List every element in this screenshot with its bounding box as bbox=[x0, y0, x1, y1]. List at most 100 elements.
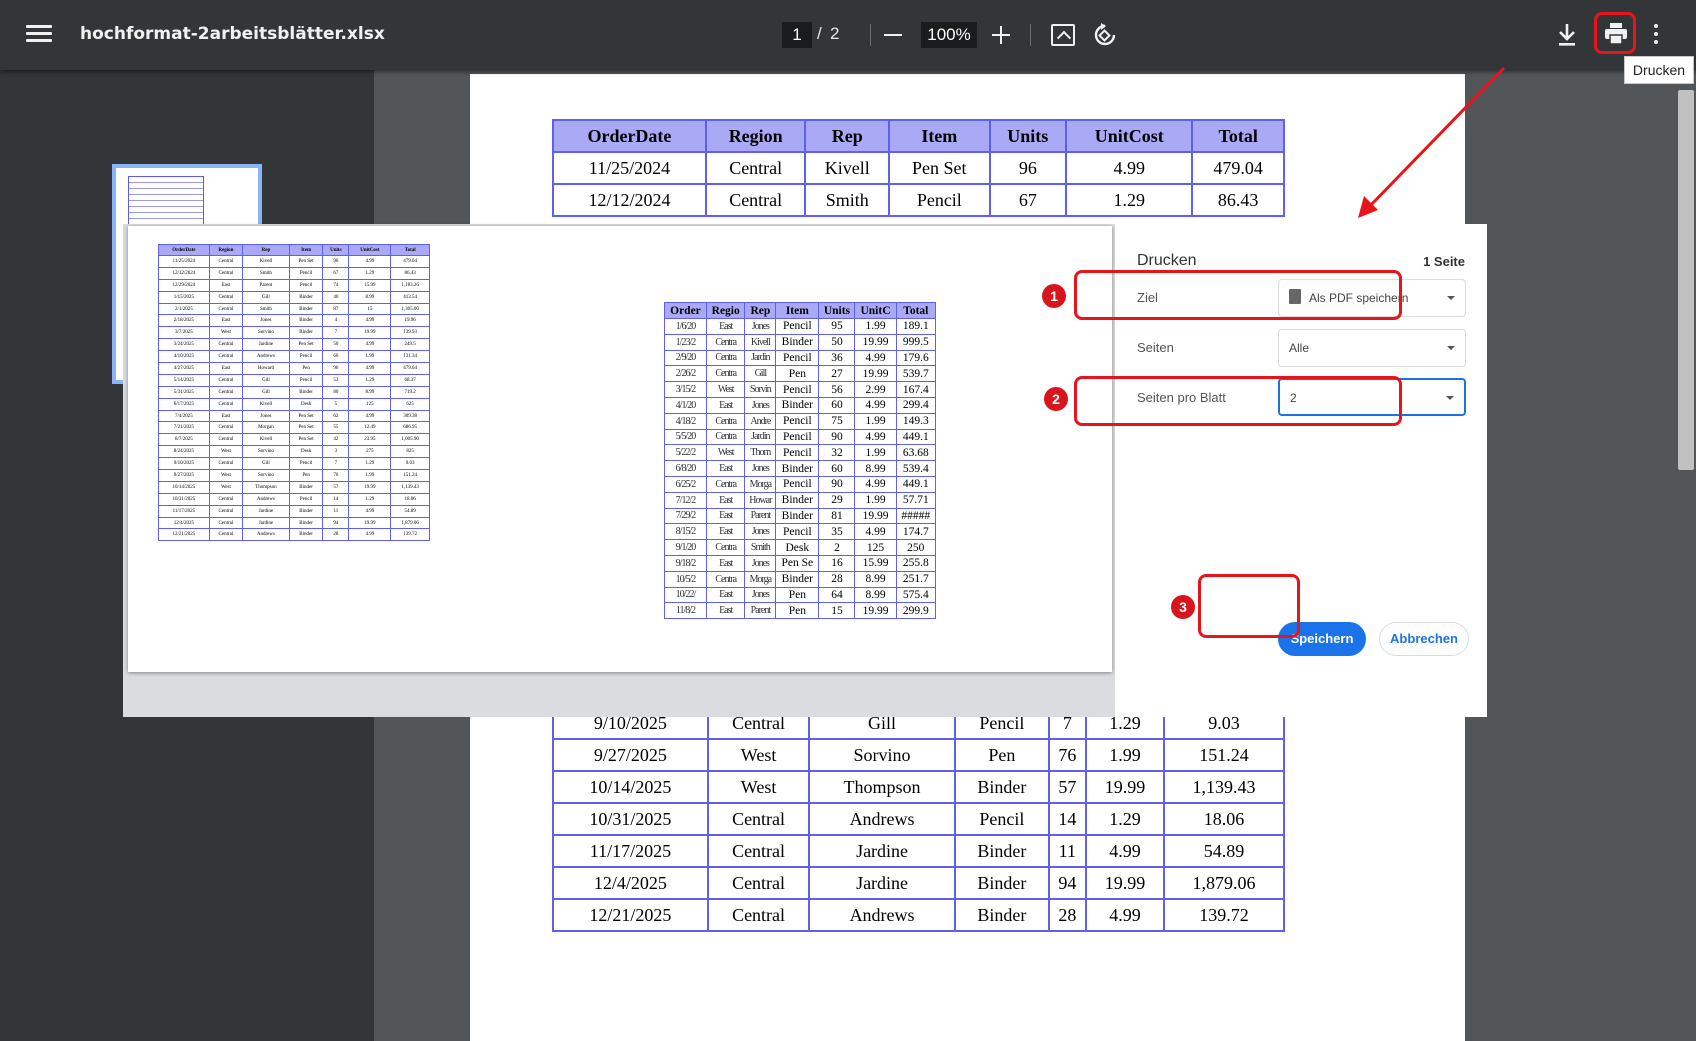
table-cell: 19.99 bbox=[1084, 866, 1166, 900]
table-cell: Centra bbox=[705, 333, 746, 351]
table-cell: 625 bbox=[390, 397, 430, 411]
table-row: 1/23/2 Centra Kivell Binder 50 19.99 999.5 bbox=[664, 333, 937, 351]
table-cell: Smith bbox=[804, 183, 891, 217]
column-header: Regio bbox=[705, 302, 746, 319]
zoom-level-input[interactable]: 100% bbox=[921, 22, 977, 48]
table-cell: Sorvino bbox=[242, 326, 290, 340]
table-cell: 139.72 bbox=[390, 528, 430, 542]
more-options-icon[interactable] bbox=[1652, 24, 1660, 48]
column-header: OrderDate bbox=[552, 119, 707, 153]
table-row: 12/29/2024 East Parent Pencil 74 15.99 1,183.2… bbox=[158, 278, 430, 292]
menu-icon[interactable] bbox=[24, 22, 54, 48]
cancel-button[interactable]: Abbrechen bbox=[1379, 622, 1469, 656]
table-cell: 6/17/2025 bbox=[158, 397, 210, 411]
table-row: 8/15/2 East Jones Pencil 35 4.99 174.7 bbox=[664, 523, 937, 541]
sheet-table-bottom: 9/10/2025 Central Gill Pencil 7 1.29 9.03 9/27/… bbox=[552, 706, 1285, 932]
table-cell: 5/5/20 bbox=[664, 428, 707, 446]
print-preview-sheet: OrderDate Region Rep Item Units UnitCost Total… bbox=[128, 226, 1112, 672]
column-header: Item bbox=[288, 244, 324, 256]
table-cell: Morga bbox=[744, 475, 777, 493]
viewer-scrollbar[interactable] bbox=[1678, 90, 1694, 470]
table-row: 5/14/2025 Central Gill Pencil 53 1.29 68.37 bbox=[158, 373, 430, 387]
pages-value: Alle bbox=[1289, 341, 1310, 355]
table-row: 7/21/2025 Central Morgan Pen Set 55 12.49 686.… bbox=[158, 421, 430, 435]
table-cell: 8.99 bbox=[348, 290, 392, 304]
fit-to-page-icon[interactable] bbox=[1051, 24, 1075, 46]
table-cell: Central bbox=[208, 397, 244, 411]
column-header: Item bbox=[775, 302, 820, 319]
chevron-down-icon bbox=[1446, 396, 1454, 400]
table-cell: Kivell bbox=[242, 433, 290, 447]
table-cell: 4/1/20 bbox=[664, 396, 707, 414]
table-cell: 125 bbox=[854, 539, 897, 556]
table-row: 3/7/2025 West Sorvino Binder 7 19.99 139.93 bbox=[158, 326, 430, 340]
table-cell: 719.2 bbox=[390, 385, 430, 399]
table-cell: Binder bbox=[953, 770, 1050, 804]
table-cell: Central bbox=[208, 504, 244, 518]
table-cell: 413.54 bbox=[390, 290, 430, 304]
table-cell: 6/25/2 bbox=[664, 475, 707, 493]
download-icon[interactable] bbox=[1556, 22, 1578, 48]
table-cell: 4.99 bbox=[1065, 151, 1194, 185]
table-cell: 131.34 bbox=[390, 350, 430, 364]
table-cell: 86.43 bbox=[1191, 183, 1285, 217]
table-cell: 5/14/2025 bbox=[158, 373, 210, 387]
pages-select[interactable]: Alle bbox=[1278, 329, 1466, 367]
table-cell: 12/21/2025 bbox=[552, 898, 709, 932]
table-cell: 96 bbox=[988, 151, 1068, 185]
column-header: Region bbox=[208, 244, 244, 256]
table-cell: 42 bbox=[322, 433, 350, 447]
page-total: 2 bbox=[830, 24, 840, 43]
table-row: 11/17/2025 Central Jardine Binder 11 4.99 54.8… bbox=[158, 504, 430, 518]
table-cell: Jardine bbox=[242, 338, 290, 352]
table-cell: 90 bbox=[818, 428, 856, 446]
table-row: 11/25/2024 Central Kivell Pen Set 96 4.99 479.… bbox=[158, 255, 430, 268]
table-cell: 10/14/2025 bbox=[158, 480, 210, 494]
table-cell: 68.37 bbox=[390, 373, 430, 387]
table-cell: 86.43 bbox=[390, 266, 430, 280]
table-cell: 67 bbox=[988, 183, 1068, 217]
table-cell: 8/15/2 bbox=[664, 523, 707, 541]
table-row: 6/17/2025 Central Kivell Desk 5 125 625 bbox=[158, 397, 430, 411]
table-cell: 479.04 bbox=[390, 362, 430, 375]
table-cell: 249.5 bbox=[390, 338, 430, 352]
table-cell: 4/10/2025 bbox=[158, 350, 210, 364]
zoom-out-icon[interactable] bbox=[884, 34, 902, 36]
table-row: 2/18/2025 East Jones Binder 4 4.99 19.96 bbox=[158, 314, 430, 328]
table-cell: 55 bbox=[322, 421, 350, 435]
table-cell: Pen Set bbox=[288, 255, 324, 268]
table-cell: Pen bbox=[288, 362, 324, 375]
table-cell: 96 bbox=[322, 362, 350, 375]
table-cell: Central bbox=[208, 385, 244, 399]
table-cell: 4.99 bbox=[1084, 898, 1166, 932]
print-icon[interactable] bbox=[1594, 12, 1636, 54]
table-row: 11/25/2024 Central Kivell Pen Set 96 4.99 479.… bbox=[552, 151, 1285, 185]
table-cell: 2/26/2 bbox=[664, 365, 707, 383]
table-row: 12/12/2024 Central Smith Pencil 67 1.29 86.43 bbox=[158, 266, 430, 280]
table-row: 3/15/2 West Sorvin Pencil 56 2.99 167.4 bbox=[664, 381, 937, 398]
table-cell: 11/17/2025 bbox=[552, 834, 709, 868]
table-cell: 151.24 bbox=[1163, 738, 1285, 772]
table-cell: Kivell bbox=[744, 333, 777, 351]
page-number-input[interactable]: 1 bbox=[782, 22, 812, 48]
table-cell: West bbox=[706, 738, 811, 772]
zoom-in-icon[interactable] bbox=[992, 26, 1010, 44]
table-cell: Pen bbox=[953, 738, 1050, 772]
table-cell: Kivell bbox=[242, 255, 290, 268]
table-cell: Andrews bbox=[242, 492, 290, 506]
table-cell: 299.9 bbox=[895, 602, 937, 620]
table-cell: Binder bbox=[288, 326, 324, 340]
table-cell: 4.99 bbox=[854, 396, 897, 414]
table-cell: Sorvin bbox=[744, 381, 777, 398]
table-cell: Binder bbox=[775, 396, 820, 414]
table-cell: 23.95 bbox=[348, 433, 392, 447]
rotate-icon[interactable] bbox=[1092, 22, 1118, 48]
table-cell: Pencil bbox=[288, 278, 324, 292]
table-cell: 5 bbox=[322, 397, 350, 411]
table-cell: Pencil bbox=[953, 802, 1050, 836]
table-cell: Centra bbox=[705, 365, 746, 383]
table-cell: Pencil bbox=[288, 350, 324, 364]
table-cell: 1.99 bbox=[854, 412, 897, 430]
table-cell: Howard bbox=[242, 362, 290, 375]
table-cell: Binder bbox=[288, 290, 324, 304]
